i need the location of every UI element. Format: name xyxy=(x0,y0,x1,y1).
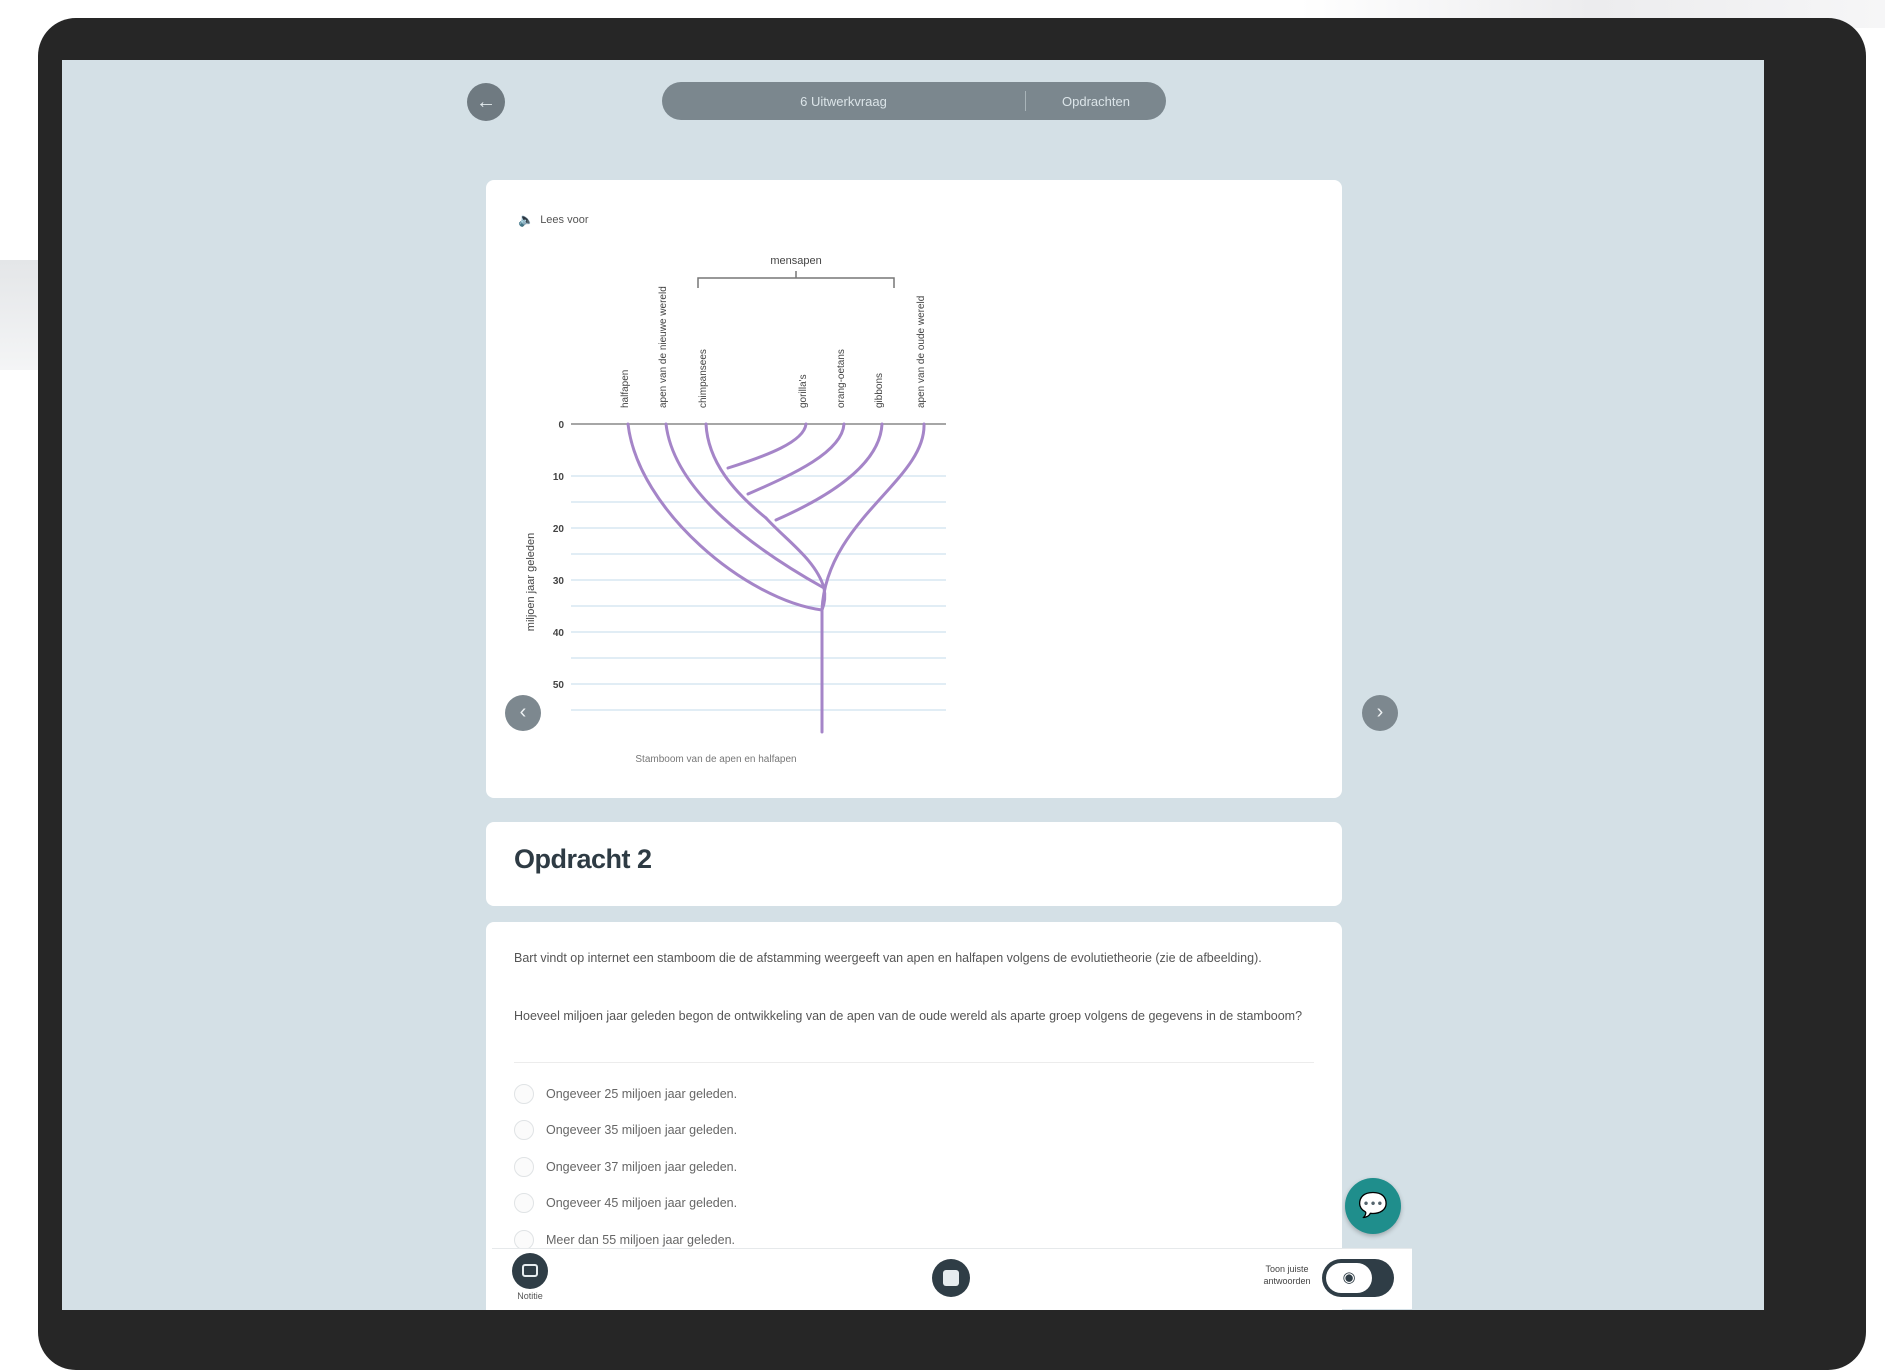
radio-button[interactable] xyxy=(514,1230,534,1250)
species-label-gibbons: gibbons xyxy=(874,373,885,408)
phylogenetic-tree: mensapen halfapen apen van de nieuwe wer… xyxy=(525,255,946,734)
show-answers-label: Toon juiste antwoorden xyxy=(1263,1264,1311,1286)
question-divider xyxy=(514,1062,1314,1063)
radio-button[interactable] xyxy=(514,1157,534,1177)
branch-chimpansees xyxy=(704,422,768,520)
toggle-knob: ◉ xyxy=(1326,1263,1372,1293)
answer-option[interactable]: Ongeveer 25 miljoen jaar geleden. xyxy=(514,1084,737,1104)
answer-option[interactable]: Ongeveer 37 miljoen jaar geleden. xyxy=(514,1157,737,1177)
tree-branches xyxy=(626,422,926,734)
y-tick-30: 30 xyxy=(553,576,565,587)
answer-option-label: Ongeveer 45 miljoen jaar geleden. xyxy=(546,1196,738,1210)
y-tick-50: 50 xyxy=(553,680,565,691)
species-label-apen-nieuwe-wereld: apen van de nieuwe wereld xyxy=(658,286,669,408)
species-labels: halfapen apen van de nieuwe wereld chimp… xyxy=(620,286,927,408)
species-label-orang-oetans: orang-oetans xyxy=(836,349,847,408)
branch-gorillas xyxy=(726,422,808,470)
answer-option-label: Ongeveer 35 miljoen jaar geleden. xyxy=(546,1123,738,1137)
y-tick-40: 40 xyxy=(553,628,565,639)
answer-option[interactable]: Ongeveer 35 miljoen jaar geleden. xyxy=(514,1120,737,1140)
figure-card: 🔈 Lees voor mensapen halfapen apen van d… xyxy=(486,180,1342,798)
next-figure-button[interactable]: › xyxy=(1362,695,1398,731)
figure-caption: Stamboom van de apen en halfapen xyxy=(635,754,797,765)
chat-button[interactable]: 💬 xyxy=(1345,1178,1401,1234)
assignments-button[interactable]: Opdrachten xyxy=(1026,94,1166,109)
answer-option[interactable]: Meer dan 55 miljoen jaar geleden. xyxy=(514,1230,735,1250)
y-tick-0: 0 xyxy=(558,420,564,431)
eye-off-icon: ◉ xyxy=(1342,1269,1356,1286)
chevron-right-icon: › xyxy=(1376,701,1384,723)
bottom-toolbar: Notitie Toon juiste antwoorden ◉ xyxy=(492,1248,1412,1309)
tablet-screen: ← 6 Uitwerkvraag Opdrachten 🔈 Lees voor … xyxy=(62,60,1764,1310)
y-tick-20: 20 xyxy=(553,524,565,535)
note-button[interactable] xyxy=(512,1253,548,1289)
back-button[interactable]: ← xyxy=(467,83,505,121)
branch-apen-nieuwe-wereld xyxy=(664,422,826,590)
species-label-halfapen: halfapen xyxy=(620,370,631,408)
top-navigation-pill: 6 Uitwerkvraag Opdrachten xyxy=(662,82,1166,120)
species-label-chimpansees: chimpansees xyxy=(698,349,709,408)
radio-button[interactable] xyxy=(514,1193,534,1213)
species-label-gorillas: gorilla's xyxy=(798,374,809,408)
branch-halfapen xyxy=(626,422,824,612)
assignment-title: Opdracht 2 xyxy=(514,844,652,874)
species-label-apen-oude-wereld: apen van de oude wereld xyxy=(916,296,927,408)
answer-option-label: Ongeveer 37 miljoen jaar geleden. xyxy=(546,1160,738,1174)
answer-option-label: Ongeveer 25 miljoen jaar geleden. xyxy=(546,1087,738,1101)
answer-option[interactable]: Ongeveer 45 miljoen jaar geleden. xyxy=(514,1193,737,1213)
question-intro: Bart vindt op internet een stamboom die … xyxy=(514,951,1262,965)
radio-button[interactable] xyxy=(514,1084,534,1104)
branch-orang-oetans xyxy=(746,422,846,496)
arrow-left-icon: ← xyxy=(476,91,496,113)
show-answers-toggle[interactable]: ◉ xyxy=(1322,1259,1394,1297)
radio-button[interactable] xyxy=(514,1120,534,1140)
stop-button[interactable] xyxy=(932,1259,970,1297)
question-text: Hoeveel miljoen jaar geleden begon de on… xyxy=(514,1009,1303,1023)
answer-option-label: Meer dan 55 miljoen jaar geleden. xyxy=(546,1233,736,1247)
chevron-left-icon: ‹ xyxy=(519,701,527,723)
y-tick-labels: 0 10 20 30 40 50 xyxy=(553,420,565,691)
chat-icon: 💬 xyxy=(1358,1192,1388,1219)
bracket-label: mensapen xyxy=(770,255,821,267)
y-tick-10: 10 xyxy=(553,472,565,483)
exercise-title: 6 Uitwerkvraag xyxy=(800,93,887,109)
previous-figure-button[interactable]: ‹ xyxy=(505,695,541,731)
note-label: Notitie xyxy=(517,1291,543,1301)
bracket-line xyxy=(697,271,895,288)
assignment-title-card: Opdracht 2 xyxy=(486,822,1342,906)
y-axis-label: miljoen jaar geleden xyxy=(525,533,537,631)
